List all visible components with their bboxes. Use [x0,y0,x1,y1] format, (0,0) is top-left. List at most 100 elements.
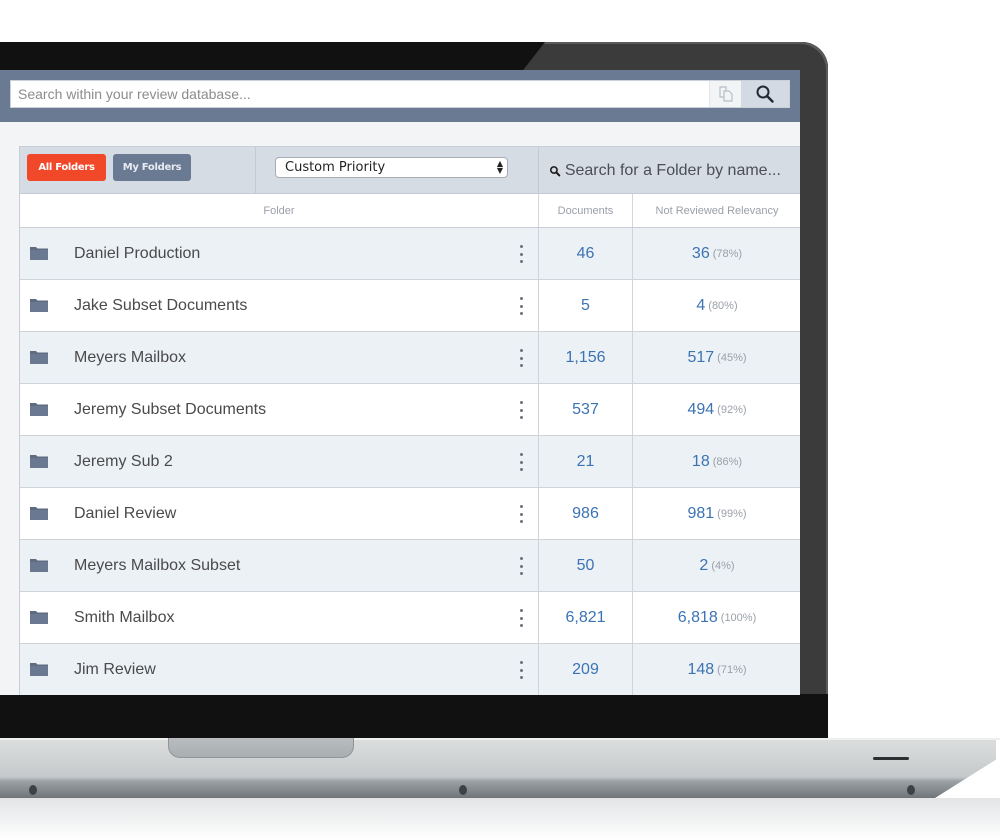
laptop-slot [873,757,909,760]
not-reviewed-percent: (78%) [712,247,743,260]
folder-icon [30,611,48,624]
not-reviewed-count[interactable]: 981 [687,505,714,523]
laptop-base [0,738,996,798]
documents-count[interactable]: 986 [538,488,632,539]
more-options-icon[interactable] [515,244,527,264]
folder-icon [30,351,48,364]
search-button[interactable] [741,81,789,107]
top-search-bar [0,70,800,122]
not-reviewed-cell: 148 (71%) [632,644,800,695]
not-reviewed-count[interactable]: 148 [687,661,714,679]
more-options-icon[interactable] [515,296,527,316]
not-reviewed-percent: (99%) [717,507,747,520]
not-reviewed-cell: 981 (99%) [632,488,800,539]
not-reviewed-cell: 4 (80%) [632,280,800,331]
folder-name[interactable]: Jake Subset Documents [74,280,247,331]
not-reviewed-cell: 18 (86%) [632,436,800,487]
column-header-documents[interactable]: Documents [538,194,632,227]
not-reviewed-cell: 36 (78%) [632,228,800,279]
not-reviewed-percent: (86%) [712,455,743,468]
column-header-folder[interactable]: Folder [20,194,538,227]
not-reviewed-cell: 6,818 (100%) [632,592,800,643]
folder-icon [30,663,48,676]
not-reviewed-count[interactable]: 36 [692,245,710,263]
table-row[interactable]: Jeremy Subset Documents 537 494 (92%) [20,384,800,436]
folder-name[interactable]: Jim Review [74,644,156,695]
folder-icon [30,299,48,312]
not-reviewed-percent: (4%) [711,559,735,572]
copy-button[interactable] [709,81,741,107]
database-search-box [10,80,790,108]
more-options-icon[interactable] [515,400,527,420]
search-icon [549,165,561,176]
folder-name[interactable]: Meyers Mailbox Subset [74,540,240,591]
laptop-lid-notch [168,738,354,758]
column-header-not-reviewed-relevancy[interactable]: Not Reviewed Relevancy [632,194,800,227]
table-header: Folder Documents Not Reviewed Relevancy [20,194,800,228]
table-row[interactable]: Smith Mailbox 6,821 6,818 (100%) [20,592,800,644]
folder-icon [30,559,48,572]
not-reviewed-count[interactable]: 18 [692,453,710,471]
table-row[interactable]: Daniel Production 46 36 (78%) [20,228,800,280]
documents-count[interactable]: 209 [538,644,632,695]
folder-name[interactable]: Meyers Mailbox [74,332,186,383]
more-options-icon[interactable] [515,608,527,628]
not-reviewed-count[interactable]: 2 [699,557,708,575]
folders-content: All Folders My Folders Custom Priority ▲… [0,122,800,695]
documents-count[interactable]: 46 [538,228,632,279]
documents-count[interactable]: 537 [538,384,632,435]
not-reviewed-count[interactable]: 6,818 [678,609,718,627]
table-row[interactable]: Meyers Mailbox 1,156 517 (45%) [20,332,800,384]
documents-count[interactable]: 6,821 [538,592,632,643]
documents-count[interactable]: 1,156 [538,332,632,383]
more-options-icon[interactable] [515,660,527,680]
not-reviewed-percent: (45%) [717,351,747,364]
laptop-reflection [0,798,1000,840]
not-reviewed-percent: (71%) [717,663,747,676]
not-reviewed-percent: (80%) [708,299,738,312]
table-row[interactable]: Jim Review 209 148 (71%) [20,644,800,695]
not-reviewed-count[interactable]: 517 [687,349,714,367]
folder-icon [30,455,48,468]
folder-icon [30,507,48,520]
laptop-foot [29,785,37,795]
more-options-icon[interactable] [515,504,527,524]
folder-name[interactable]: Daniel Production [74,228,200,279]
my-folders-button[interactable]: My Folders [113,154,191,181]
documents-count[interactable]: 50 [538,540,632,591]
folder-name[interactable]: Jeremy Subset Documents [74,384,266,435]
table-row[interactable]: Jake Subset Documents 5 4 (80%) [20,280,800,332]
more-options-icon[interactable] [515,452,527,472]
folder-icon [30,403,48,416]
not-reviewed-cell: 517 (45%) [632,332,800,383]
priority-select-value: Custom Priority [285,160,386,175]
more-options-icon[interactable] [515,556,527,576]
all-folders-button[interactable]: All Folders [27,154,106,181]
folder-name[interactable]: Smith Mailbox [74,592,174,643]
folder-name[interactable]: Daniel Review [74,488,176,539]
magnifier-icon [756,85,774,103]
folder-icon [30,247,48,260]
table-row[interactable]: Meyers Mailbox Subset 50 2 (4%) [20,540,800,592]
not-reviewed-count[interactable]: 4 [696,297,705,315]
folder-filter-bar: All Folders My Folders Custom Priority ▲… [20,147,800,194]
more-options-icon[interactable] [515,348,527,368]
priority-select[interactable]: Custom Priority ▲ ▼ [275,157,508,178]
database-search-input[interactable] [11,81,709,107]
table-row[interactable]: Jeremy Sub 2 21 18 (86%) [20,436,800,488]
laptop-foot [459,785,467,795]
documents-count[interactable]: 21 [538,436,632,487]
not-reviewed-cell: 494 (92%) [632,384,800,435]
folder-search-input[interactable] [564,161,800,180]
laptop-bezel-gloss [0,42,545,72]
not-reviewed-percent: (100%) [720,611,757,624]
documents-count[interactable]: 5 [538,280,632,331]
copy-documents-icon [718,86,733,102]
folder-table-body: Daniel Production 46 36 (78%) Jake Subset Do… [20,228,800,695]
folder-name[interactable]: Jeremy Sub 2 [74,436,173,487]
folders-panel: All Folders My Folders Custom Priority ▲… [19,146,800,695]
not-reviewed-count[interactable]: 494 [687,401,714,419]
table-row[interactable]: Daniel Review 986 981 (99%) [20,488,800,540]
laptop-foot [907,785,915,795]
laptop-bezel-bottom [0,694,828,740]
